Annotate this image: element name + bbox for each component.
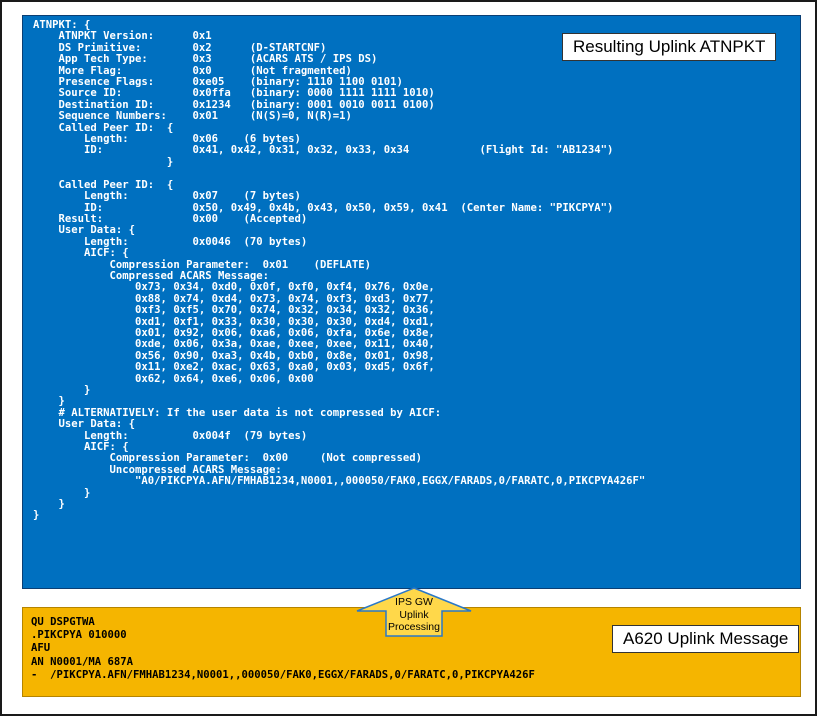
a620-title: A620 Uplink Message xyxy=(612,625,800,653)
uplink-atnpkt-title: Resulting Uplink ATNPKT xyxy=(562,33,777,61)
arrow-label-text: IPS GW Uplink Processing xyxy=(380,596,448,634)
arrow-label-line: Processing xyxy=(388,621,440,633)
arrow-label-line: IPS GW xyxy=(395,596,433,608)
arrow-label: IPS GW Uplink Processing xyxy=(380,596,448,634)
arrow-label-line: Uplink xyxy=(399,608,429,621)
atnpkt-panel: ATNPKT: { ATNPKT Version: 0x1 DS Primiti… xyxy=(22,15,801,589)
diagram-frame: ATNPKT: { ATNPKT Version: 0x1 DS Primiti… xyxy=(0,0,817,716)
processing-arrow: IPS GW Uplink Processing xyxy=(354,587,474,637)
atnpkt-code: ATNPKT: { ATNPKT Version: 0x1 DS Primiti… xyxy=(33,19,646,522)
